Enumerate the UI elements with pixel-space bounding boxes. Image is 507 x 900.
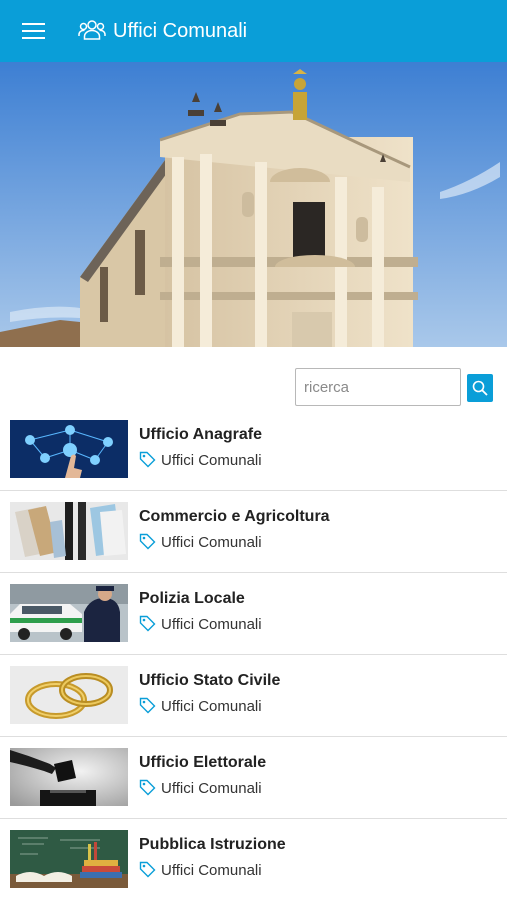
tag-icon [139, 779, 156, 796]
tag-icon [139, 697, 156, 714]
tag-icon [139, 861, 156, 878]
school-thumbnail [10, 830, 128, 888]
search-input[interactable] [295, 368, 461, 406]
list-item-polizia-locale[interactable]: Polizia Locale Uffici Comunali [0, 573, 507, 655]
list-item-ufficio-elettorale[interactable]: Ufficio Elettorale Uffici Comunali [0, 737, 507, 819]
item-title: Ufficio Stato Civile [139, 672, 281, 689]
tag-icon [139, 451, 156, 468]
people-group-icon [78, 20, 106, 40]
list-item-ufficio-anagrafe[interactable]: Ufficio Anagrafe Uffici Comunali [0, 409, 507, 491]
office-list: Ufficio Anagrafe Uffici Comunali Commerc… [0, 409, 507, 900]
search-button[interactable] [467, 374, 493, 402]
network-people-thumbnail [10, 420, 128, 478]
item-title: Polizia Locale [139, 590, 245, 607]
hero-church-image [0, 62, 507, 347]
tag-icon [139, 615, 156, 632]
hamburger-menu-icon[interactable] [22, 21, 46, 41]
app-bar: Uffici Comunali [0, 0, 507, 62]
app-screen: Uffici Comunali ricerca Ufficio Anagrafe… [0, 0, 507, 900]
tag-icon [139, 533, 156, 550]
search-icon [472, 380, 488, 396]
shopping-thumbnail [10, 502, 128, 560]
app-title: Uffici Comunali [113, 20, 248, 42]
item-category: Uffici Comunali [161, 616, 262, 633]
item-category: Uffici Comunali [161, 452, 262, 469]
list-item-commercio-agricoltura[interactable]: Commercio e Agricoltura Uffici Comunali [0, 491, 507, 573]
item-category: Uffici Comunali [161, 862, 262, 879]
item-category: Uffici Comunali [161, 698, 262, 715]
police-thumbnail [10, 584, 128, 642]
item-category: Uffici Comunali [161, 534, 262, 551]
item-title: Commercio e Agricoltura [139, 508, 330, 525]
item-title: Ufficio Elettorale [139, 754, 267, 771]
ballot-thumbnail [10, 748, 128, 806]
list-item-ufficio-stato-civile[interactable]: Ufficio Stato Civile Uffici Comunali [0, 655, 507, 737]
item-category: Uffici Comunali [161, 780, 262, 797]
item-title: Ufficio Anagrafe [139, 426, 262, 443]
item-title: Pubblica Istruzione [139, 836, 286, 853]
list-item-pubblica-istruzione[interactable]: Pubblica Istruzione Uffici Comunali [0, 819, 507, 900]
rings-thumbnail [10, 666, 128, 724]
